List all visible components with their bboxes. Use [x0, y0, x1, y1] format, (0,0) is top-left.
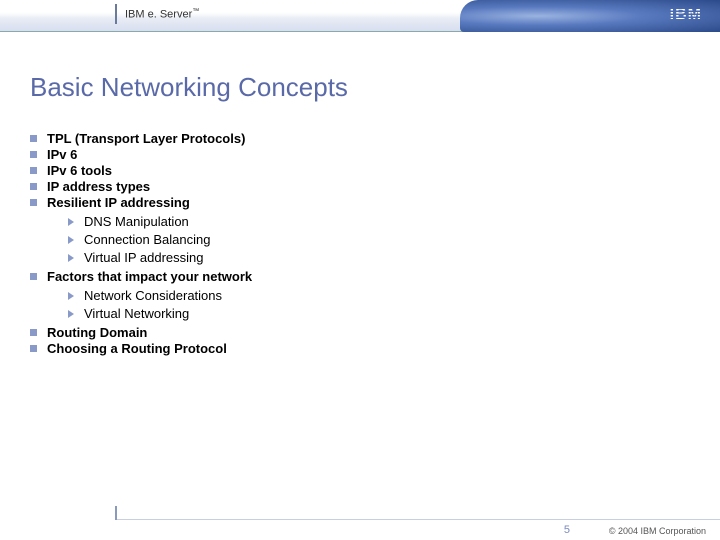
- sub-list: Network Considerations Virtual Networkin…: [68, 288, 720, 321]
- list-item: Factors that impact your network: [30, 269, 720, 284]
- square-bullet-icon: [30, 329, 37, 336]
- slide-header: IBM e. Server™ IBM: [0, 0, 720, 32]
- square-bullet-icon: [30, 273, 37, 280]
- list-item-label: Choosing a Routing Protocol: [47, 341, 227, 356]
- slide-footer: 5 © 2004 IBM Corporation: [0, 514, 720, 540]
- slide-title: Basic Networking Concepts: [30, 72, 720, 103]
- list-item: TPL (Transport Layer Protocols): [30, 131, 720, 146]
- sub-list: DNS Manipulation Connection Balancing Vi…: [68, 214, 720, 265]
- sub-list-item: Network Considerations: [68, 288, 720, 303]
- footer-accent-bar: [115, 506, 117, 520]
- triangle-bullet-icon: [68, 218, 74, 226]
- header-brand: IBM e. Server™: [125, 8, 199, 21]
- sub-list-item: Virtual Networking: [68, 306, 720, 321]
- sub-list-item-label: DNS Manipulation: [84, 214, 189, 229]
- square-bullet-icon: [30, 135, 37, 142]
- sub-list-item-label: Network Considerations: [84, 288, 222, 303]
- header-accent-bar: [115, 4, 117, 24]
- sub-list-item: Connection Balancing: [68, 232, 720, 247]
- sub-list-item: DNS Manipulation: [68, 214, 720, 229]
- ibm-logo-icon: IBM: [670, 6, 702, 24]
- triangle-bullet-icon: [68, 292, 74, 300]
- list-item: Resilient IP addressing: [30, 195, 720, 210]
- list-item: IPv 6 tools: [30, 163, 720, 178]
- square-bullet-icon: [30, 167, 37, 174]
- list-item-label: Resilient IP addressing: [47, 195, 190, 210]
- header-blue-band: IBM: [460, 0, 720, 32]
- list-item-label: Factors that impact your network: [47, 269, 252, 284]
- trademark-symbol: ™: [192, 8, 199, 15]
- list-item: Choosing a Routing Protocol: [30, 341, 720, 356]
- triangle-bullet-icon: [68, 236, 74, 244]
- copyright-text: © 2004 IBM Corporation: [609, 526, 706, 536]
- sub-list-item-label: Virtual IP addressing: [84, 250, 203, 265]
- list-item-label: IPv 6: [47, 147, 77, 162]
- list-item: IP address types: [30, 179, 720, 194]
- list-item-label: IPv 6 tools: [47, 163, 112, 178]
- list-item: Routing Domain: [30, 325, 720, 340]
- square-bullet-icon: [30, 199, 37, 206]
- square-bullet-icon: [30, 183, 37, 190]
- page-number: 5: [564, 524, 570, 536]
- square-bullet-icon: [30, 151, 37, 158]
- square-bullet-icon: [30, 345, 37, 352]
- list-item-label: Routing Domain: [47, 325, 147, 340]
- list-item-label: IP address types: [47, 179, 150, 194]
- triangle-bullet-icon: [68, 254, 74, 262]
- sub-list-item-label: Virtual Networking: [84, 306, 189, 321]
- triangle-bullet-icon: [68, 310, 74, 318]
- brand-prefix: IBM e. Server: [125, 9, 192, 21]
- list-item: IPv 6: [30, 147, 720, 162]
- slide-content: TPL (Transport Layer Protocols) IPv 6 IP…: [30, 131, 720, 356]
- list-item-label: TPL (Transport Layer Protocols): [47, 131, 245, 146]
- sub-list-item: Virtual IP addressing: [68, 250, 720, 265]
- footer-rule: [117, 519, 720, 520]
- sub-list-item-label: Connection Balancing: [84, 232, 210, 247]
